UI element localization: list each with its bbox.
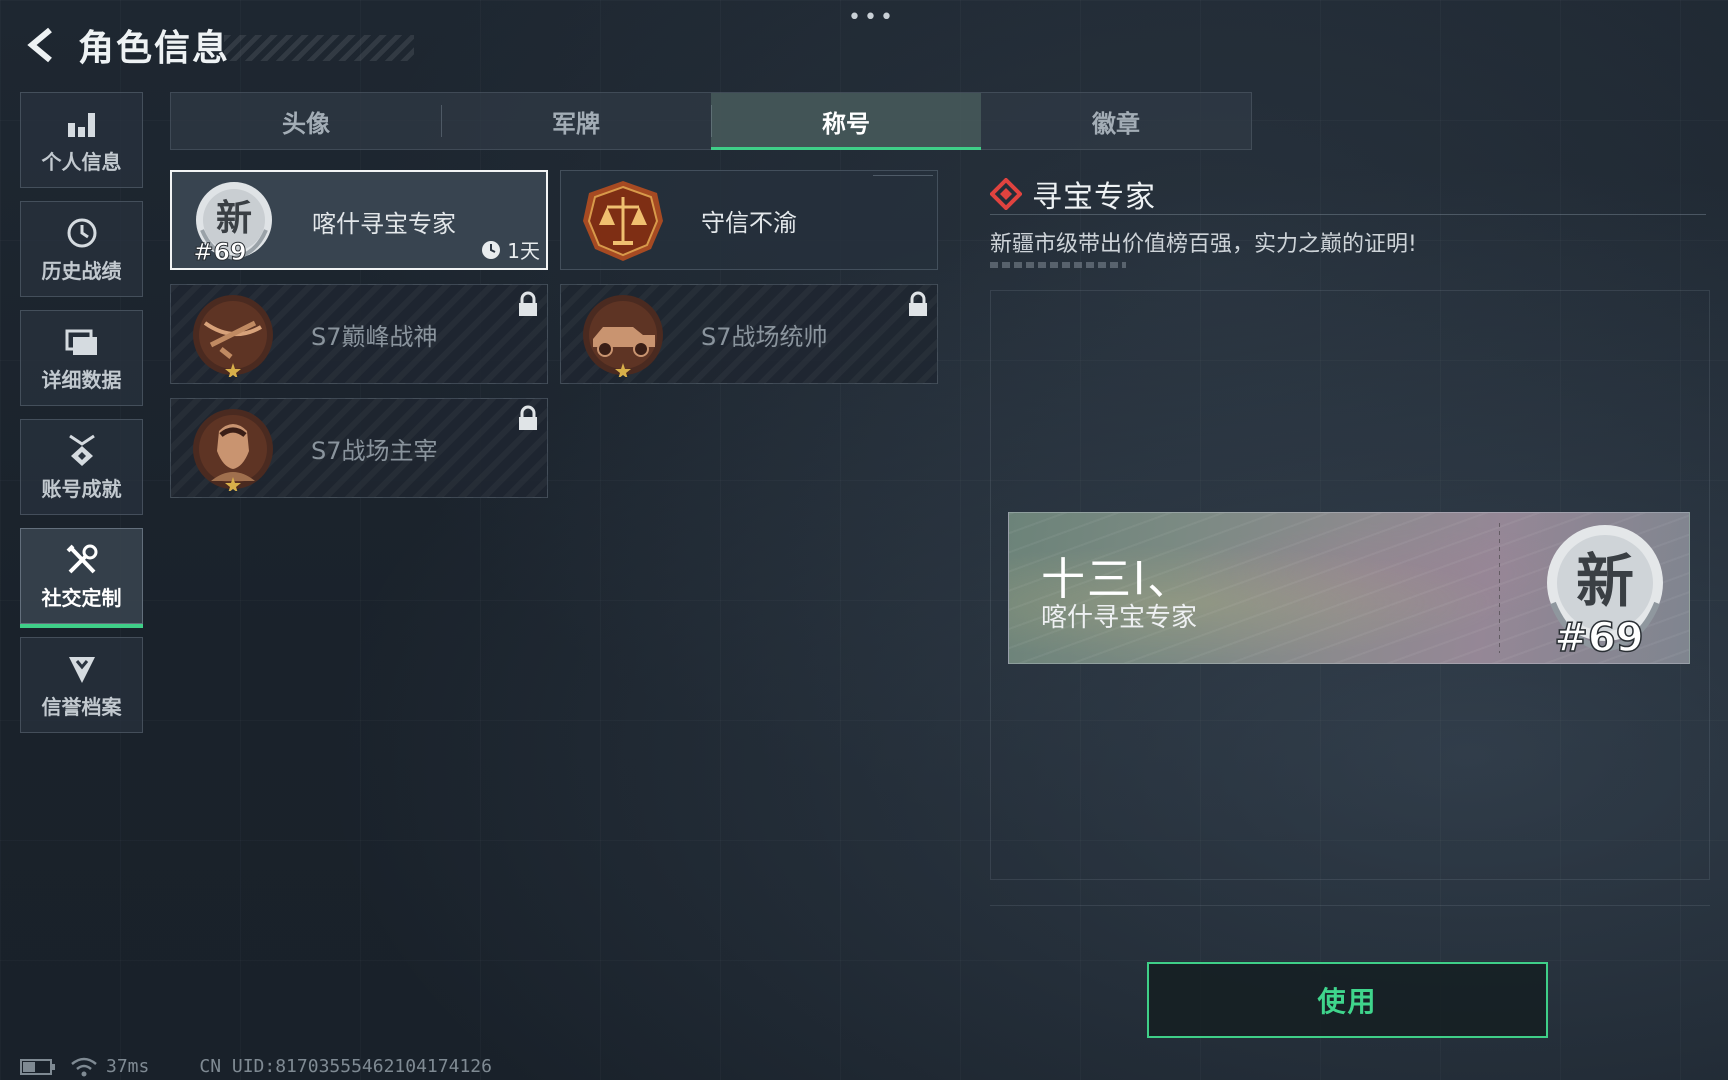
title-card-label: S7战场统帅: [701, 323, 828, 351]
nav-label: 信誉档案: [41, 694, 122, 719]
detail-title: 寻宝专家: [990, 172, 1156, 216]
nav-label: 社交定制: [41, 585, 122, 610]
tab-avatar[interactable]: 头像: [171, 93, 441, 149]
nav-label: 账号成就: [41, 476, 122, 501]
title-card-label: S7战场主宰: [311, 437, 438, 465]
warrior-icon: [193, 409, 273, 491]
title-card-label: S7巅峰战神: [311, 323, 438, 351]
tools-icon: [65, 542, 99, 578]
shield-icon: [66, 651, 98, 687]
nav-item-details[interactable]: 详细数据: [20, 310, 143, 406]
clock-icon: [482, 240, 501, 259]
title-card-s7-dominator[interactable]: S7战场主宰: [170, 398, 548, 498]
title-card-trustworthy[interactable]: 守信不渝: [560, 170, 938, 270]
xin-emblem-icon: 新 #69: [1547, 525, 1663, 659]
lock-icon: [909, 291, 927, 316]
timer: 1天: [481, 235, 540, 264]
nav-item-profile[interactable]: 个人信息: [20, 92, 143, 188]
tab-title[interactable]: 称号: [711, 93, 981, 150]
nav-label: 详细数据: [41, 367, 122, 392]
svg-text:#69: #69: [1554, 615, 1643, 659]
nav-label: 历史战绩: [41, 258, 122, 283]
detail-divider: [990, 214, 1706, 215]
svg-text:新: 新: [1576, 547, 1634, 615]
detail-decoration: [990, 262, 1126, 268]
plate-title: 喀什寻宝专家: [1041, 603, 1198, 633]
title-card-s7-peak[interactable]: S7巅峰战神: [170, 284, 548, 384]
tab-dogtag[interactable]: 军牌: [441, 93, 711, 149]
diamond-marker-icon: [990, 178, 1022, 210]
plate-perforation: [1499, 523, 1500, 653]
lock-icon: [519, 405, 537, 430]
svg-text:新: 新: [216, 197, 252, 239]
card-corner-line: [873, 175, 933, 176]
use-button[interactable]: 使用: [1147, 962, 1548, 1038]
nav-label: 个人信息: [41, 149, 122, 174]
crossbow-icon: [193, 295, 273, 377]
scales-icon: [583, 181, 663, 261]
title-card-label: 喀什寻宝专家: [312, 210, 456, 238]
nav-item-reputation[interactable]: 信誉档案: [20, 637, 143, 733]
ping-value: 37ms: [106, 1056, 150, 1077]
lock-icon: [519, 291, 537, 316]
wifi-icon: [71, 1057, 97, 1076]
bar-chart-icon: [66, 106, 98, 142]
tab-bar: 头像 军牌 称号 徽章: [170, 92, 1252, 150]
page-title: 角色信息: [78, 28, 231, 69]
xin-emblem-icon: 新 #69: [193, 182, 272, 264]
title-card-s7-commander[interactable]: S7战场统帅: [560, 284, 938, 384]
nameplate-preview: 十三l、 喀什寻宝专家 新 #69: [1008, 512, 1690, 664]
side-nav: 个人信息 历史战绩 详细数据 账号成就 社交定制 信誉档案: [20, 92, 143, 746]
nav-item-achievements[interactable]: 账号成就: [20, 419, 143, 515]
title-card-label: 守信不渝: [701, 209, 797, 237]
timer-text: 1天: [507, 239, 540, 263]
title-decoration: [224, 35, 415, 61]
battery-icon: [20, 1058, 55, 1075]
header: 角色信息: [20, 20, 415, 70]
status-bar: 37ms CN UID:817035554621041741​26: [20, 1056, 492, 1077]
tab-badge[interactable]: 徽章: [981, 93, 1251, 149]
title-card-kashgar[interactable]: 新 #69 喀什寻宝专家 1天: [170, 170, 548, 270]
detail-title-text: 寻宝专家: [1032, 180, 1156, 215]
folder-icon: [65, 324, 99, 360]
back-arrow-icon: [27, 27, 52, 63]
detail-description: 新疆市级带出价值榜百强，实力之巅的证明!: [990, 232, 1417, 257]
svg-text:#69: #69: [193, 238, 247, 264]
nav-item-social[interactable]: 社交定制: [20, 528, 143, 628]
vehicle-icon: [583, 295, 663, 377]
nav-item-history[interactable]: 历史战绩: [20, 201, 143, 297]
back-button[interactable]: [20, 23, 64, 67]
uid-text: CN UID:817035554621041741​26: [199, 1056, 492, 1077]
history-icon: [65, 215, 99, 251]
more-dots-icon[interactable]: •••: [848, 7, 896, 29]
medal-icon: [66, 433, 98, 469]
